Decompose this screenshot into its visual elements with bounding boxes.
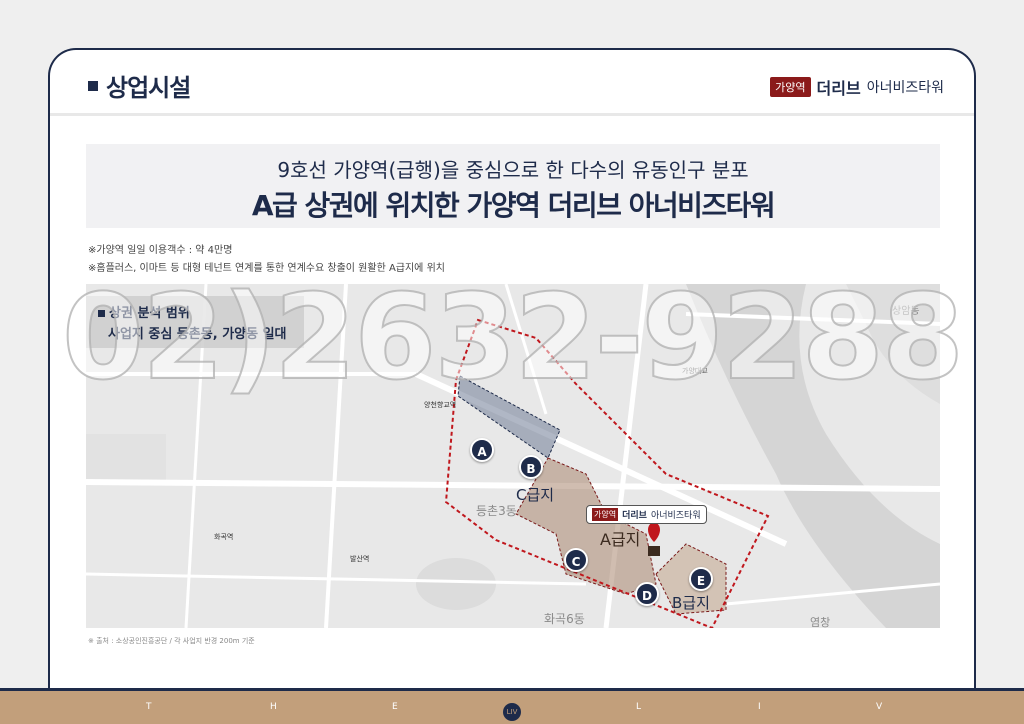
map-label-hwagok6: 화곡6동 [544, 612, 585, 626]
zone-b-label: B급지 [672, 594, 710, 612]
marker-d: D [635, 582, 659, 606]
section-bullet [88, 81, 98, 91]
map-label-deungchon3: 등촌3동 [476, 504, 517, 518]
footer-letter: L [636, 702, 643, 712]
brand-badge: 가양역 [770, 77, 811, 97]
map-label-station: 양천향교역 [424, 401, 457, 409]
footer-divider [0, 688, 1024, 691]
headline-subtitle: 9호선 가양역(급행)을 중심으로 한 다수의 유동인구 분포 [277, 158, 749, 182]
section-title: 상업시설 [106, 74, 191, 102]
footer-letter: I [758, 702, 762, 712]
footer-letter: T [146, 702, 153, 712]
brand-logo: 가양역 더리브 아너비즈타워 [770, 75, 944, 99]
marker-e: E [689, 567, 713, 591]
analysis-info-box: 상권 분석 범위 사업지 중심 등촌동, 가양동 일대 [86, 296, 304, 348]
site-callout-badge: 가양역 [592, 508, 619, 521]
site-callout-bold: 더리브 [622, 511, 647, 521]
map-label-gayangdaegyo: 가양대교 [682, 367, 708, 375]
road [86, 572, 587, 586]
park-area [416, 558, 496, 610]
analysis-range-desc: 사업지 중심 등촌동, 가양동 일대 [108, 327, 287, 342]
brand-name-light: 아너비즈타워 [866, 80, 944, 96]
note-line: ※가양역 일일 이용객수 : 약 4만명 [88, 245, 233, 256]
road [504, 284, 548, 415]
notes: ※가양역 일일 이용객수 : 약 4만명 ※홈플러스, 이마트 등 대형 테넌트… [88, 242, 445, 278]
marker-b: B [519, 455, 543, 479]
content-card: 상업시설 가양역 더리브 아너비즈타워 9호선 가양역(급행)을 중심으로 한 … [48, 48, 976, 688]
source-note: ※ 출처 : 소상공인진흥공단 / 각 사업지 반경 200m 기준 [88, 637, 255, 645]
info-bullet [98, 310, 105, 317]
note-line: ※홈플러스, 이마트 등 대형 테넌트 연계를 통한 연계수요 창출이 원활한 … [88, 263, 445, 274]
footer-letter: V [876, 702, 884, 712]
brand-name-bold: 더리브 [816, 79, 861, 98]
footer-logo: LIV [503, 703, 521, 721]
site-callout: 가양역 더리브 아너비즈타워 [586, 505, 707, 524]
marker-c: C [564, 548, 588, 572]
footer-letter: E [392, 702, 399, 712]
analysis-range-title: 상권 분석 범위 [109, 306, 190, 321]
zone-a-label: A급지 [600, 530, 641, 549]
header-divider [50, 113, 974, 116]
map-label-balsan: 발산역 [350, 555, 370, 563]
map-label-yeomchang: 염창 [810, 616, 831, 628]
headline-title: A급 상권에 위치한 가양역 더리브 아너비즈타워 [251, 189, 776, 222]
site-callout-light: 아너비즈타워 [650, 511, 701, 521]
site-building [648, 546, 660, 556]
headline-box: 9호선 가양역(급행)을 중심으로 한 다수의 유동인구 분포 A급 상권에 위… [86, 144, 940, 228]
zone-c-label: C급지 [516, 486, 555, 504]
map-label-hwagok: 화곡역 [214, 533, 234, 541]
site-pin [648, 522, 660, 542]
map-label-sangamdong: 상암동 [892, 306, 920, 317]
section-header: 상업시설 가양역 더리브 아너비즈타워 [50, 50, 974, 114]
block [86, 434, 166, 484]
road [324, 284, 348, 628]
commercial-area-map: 상권 분석 범위 사업지 중심 등촌동, 가양동 일대 A B C D E C급… [86, 284, 940, 628]
footer-letter: H [270, 702, 278, 712]
marker-a: A [470, 438, 494, 462]
